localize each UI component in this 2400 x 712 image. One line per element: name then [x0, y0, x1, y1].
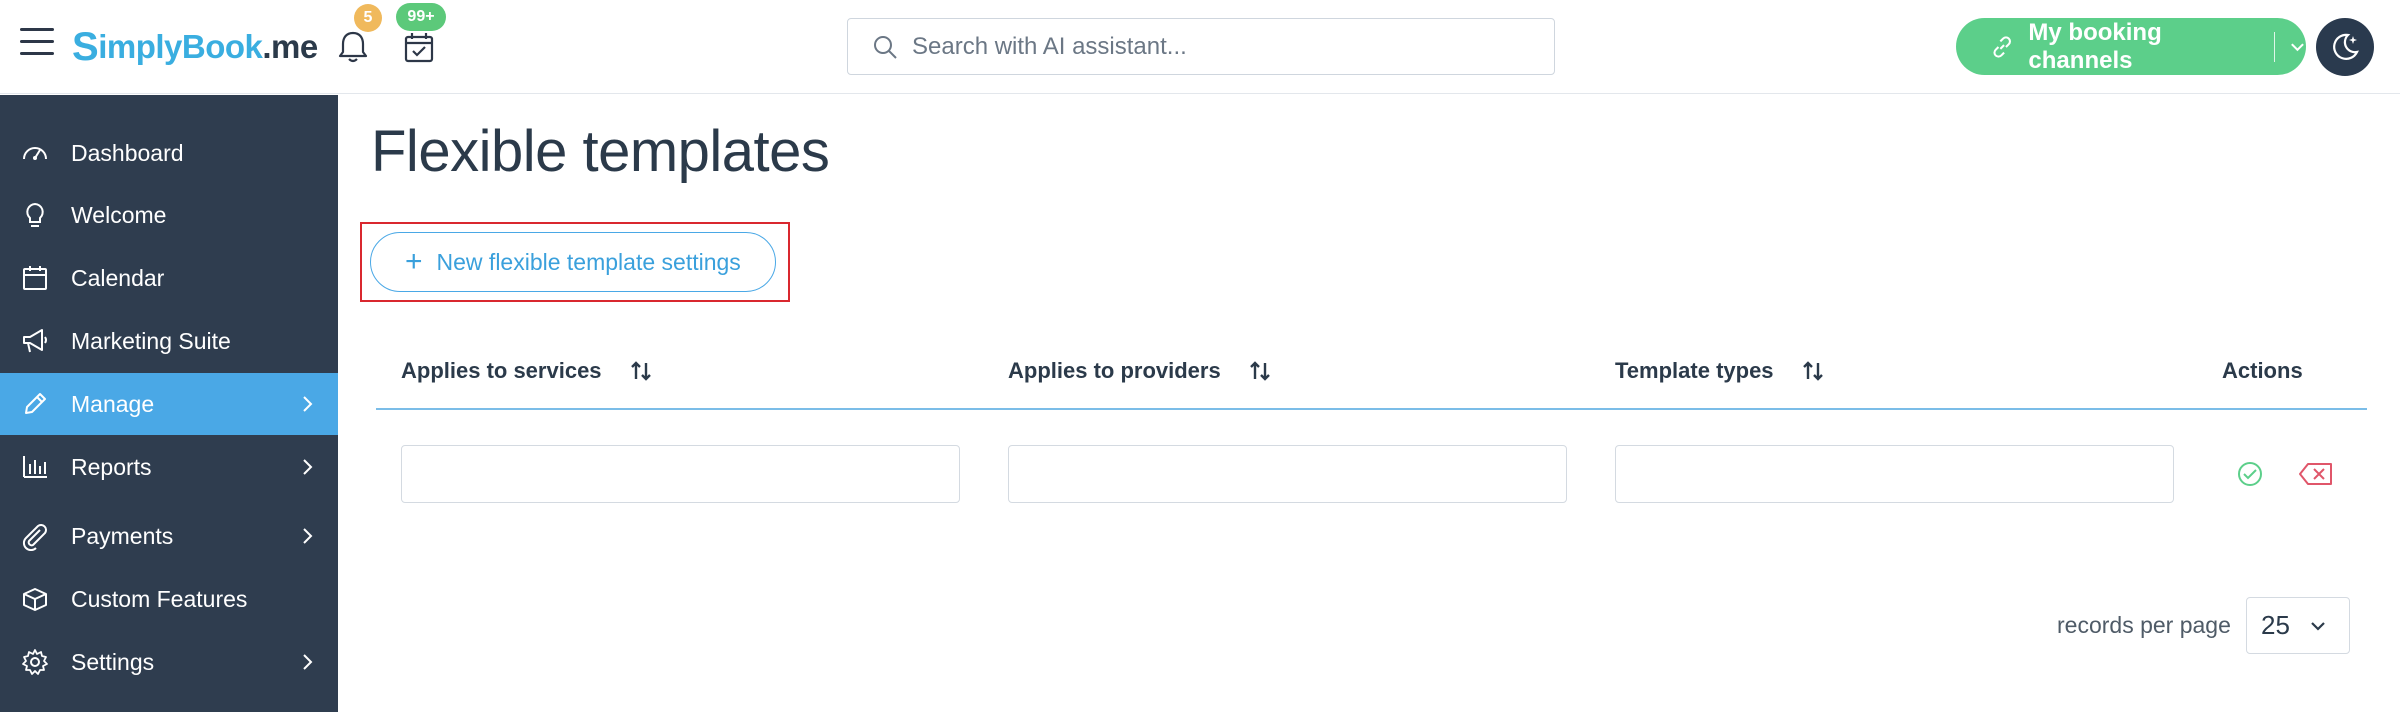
column-header-label: Actions — [2222, 358, 2303, 383]
sort-icon[interactable] — [1249, 359, 1271, 383]
sidebar-item-custom-features[interactable]: Custom Features — [0, 568, 338, 630]
gear-icon — [20, 647, 50, 677]
sort-icon[interactable] — [1802, 359, 1824, 383]
sidebar-item-manage[interactable]: Manage — [0, 373, 338, 435]
bookings-badge: 99+ — [396, 3, 446, 31]
sidebar-item-label: Welcome — [71, 201, 167, 228]
sidebar-item-label: Dashboard — [71, 139, 184, 166]
sidebar-item-label: Marketing Suite — [71, 327, 231, 354]
page-title: Flexible templates — [371, 119, 830, 184]
booking-channels-label: My booking channels — [2028, 18, 2162, 74]
megaphone-icon — [20, 326, 50, 356]
sidebar-item-label: Payments — [71, 522, 174, 549]
sidebar-item-label: Custom Features — [71, 585, 248, 612]
sidebar-item-label: Calendar — [71, 264, 165, 291]
new-flexible-template-button[interactable]: + New flexible template settings — [370, 232, 776, 292]
calendar-check-icon[interactable] — [400, 28, 438, 66]
calendar-icon — [20, 263, 50, 293]
records-per-page-select[interactable]: 25 — [2246, 597, 2350, 654]
logo-s: S — [72, 24, 99, 69]
sidebar-item-welcome[interactable]: Welcome — [0, 184, 338, 246]
chevron-right-icon — [303, 396, 313, 412]
sidebar-item-settings[interactable]: Settings — [0, 631, 338, 693]
template-types-filter-input[interactable] — [1615, 445, 2174, 503]
services-filter-input[interactable] — [401, 445, 960, 503]
booking-channels-button[interactable]: My booking channels — [1956, 18, 2306, 75]
sidebar: Dashboard Welcome Calendar Marketing Sui… — [0, 95, 338, 712]
new-button-label: New flexible template settings — [436, 248, 741, 275]
paperclip-icon — [20, 521, 50, 551]
bell-icon[interactable] — [334, 28, 372, 66]
records-per-page-value: 25 — [2261, 610, 2290, 640]
confirm-check-icon[interactable] — [2236, 460, 2264, 493]
box-icon — [20, 584, 50, 614]
search-placeholder: Search with AI assistant... — [912, 32, 1187, 60]
pencil-icon — [20, 389, 50, 419]
column-header-label: Applies to services — [401, 358, 602, 383]
plus-icon: + — [405, 245, 423, 278]
chevron-down-icon — [2311, 622, 2325, 631]
top-bar: SimplyBook .me 5 99+ Search with AI assis… — [0, 0, 2400, 94]
sidebar-item-reports[interactable]: Reports — [0, 436, 338, 498]
chevron-down-icon[interactable] — [2289, 41, 2306, 53]
hamburger-menu-icon[interactable] — [20, 28, 54, 60]
channels-divider — [2273, 31, 2276, 62]
table-header-divider — [376, 408, 2367, 410]
notifications-badge: 5 — [354, 4, 382, 32]
sidebar-item-label: Reports — [71, 453, 152, 480]
sidebar-item-marketing-suite[interactable]: Marketing Suite — [0, 310, 338, 372]
logo-me: .me — [262, 28, 318, 65]
sidebar-item-calendar[interactable]: Calendar — [0, 247, 338, 309]
chevron-right-icon — [303, 528, 313, 544]
bar-chart-icon — [20, 452, 50, 482]
column-header-providers[interactable]: Applies to providers — [1008, 358, 1271, 384]
theme-toggle-moon-icon[interactable] — [2316, 18, 2374, 76]
gauge-icon — [20, 138, 50, 168]
column-header-services[interactable]: Applies to services — [401, 358, 652, 384]
chevron-right-icon — [303, 654, 313, 670]
sidebar-item-label: Manage — [71, 390, 155, 417]
delete-backspace-icon[interactable] — [2298, 462, 2334, 491]
logo[interactable]: SimplyBook .me — [72, 24, 318, 70]
sidebar-item-payments[interactable]: Payments — [0, 505, 338, 567]
chevron-right-icon — [303, 459, 313, 475]
column-header-label: Template types — [1615, 358, 1774, 383]
column-header-label: Applies to providers — [1008, 358, 1221, 383]
link-icon — [1993, 35, 2011, 58]
sort-icon[interactable] — [630, 359, 652, 383]
records-per-page-label: records per page — [2057, 612, 2231, 638]
sidebar-item-label: Settings — [71, 648, 155, 675]
sidebar-item-dashboard[interactable]: Dashboard — [0, 122, 338, 184]
column-header-template-types[interactable]: Template types — [1615, 358, 1824, 384]
logo-simplybook: implyBook — [98, 28, 263, 65]
column-header-actions: Actions — [2222, 358, 2303, 384]
providers-filter-input[interactable] — [1008, 445, 1567, 503]
search-icon — [874, 35, 897, 59]
lightbulb-icon — [20, 200, 50, 230]
search-input[interactable]: Search with AI assistant... — [847, 18, 1555, 75]
